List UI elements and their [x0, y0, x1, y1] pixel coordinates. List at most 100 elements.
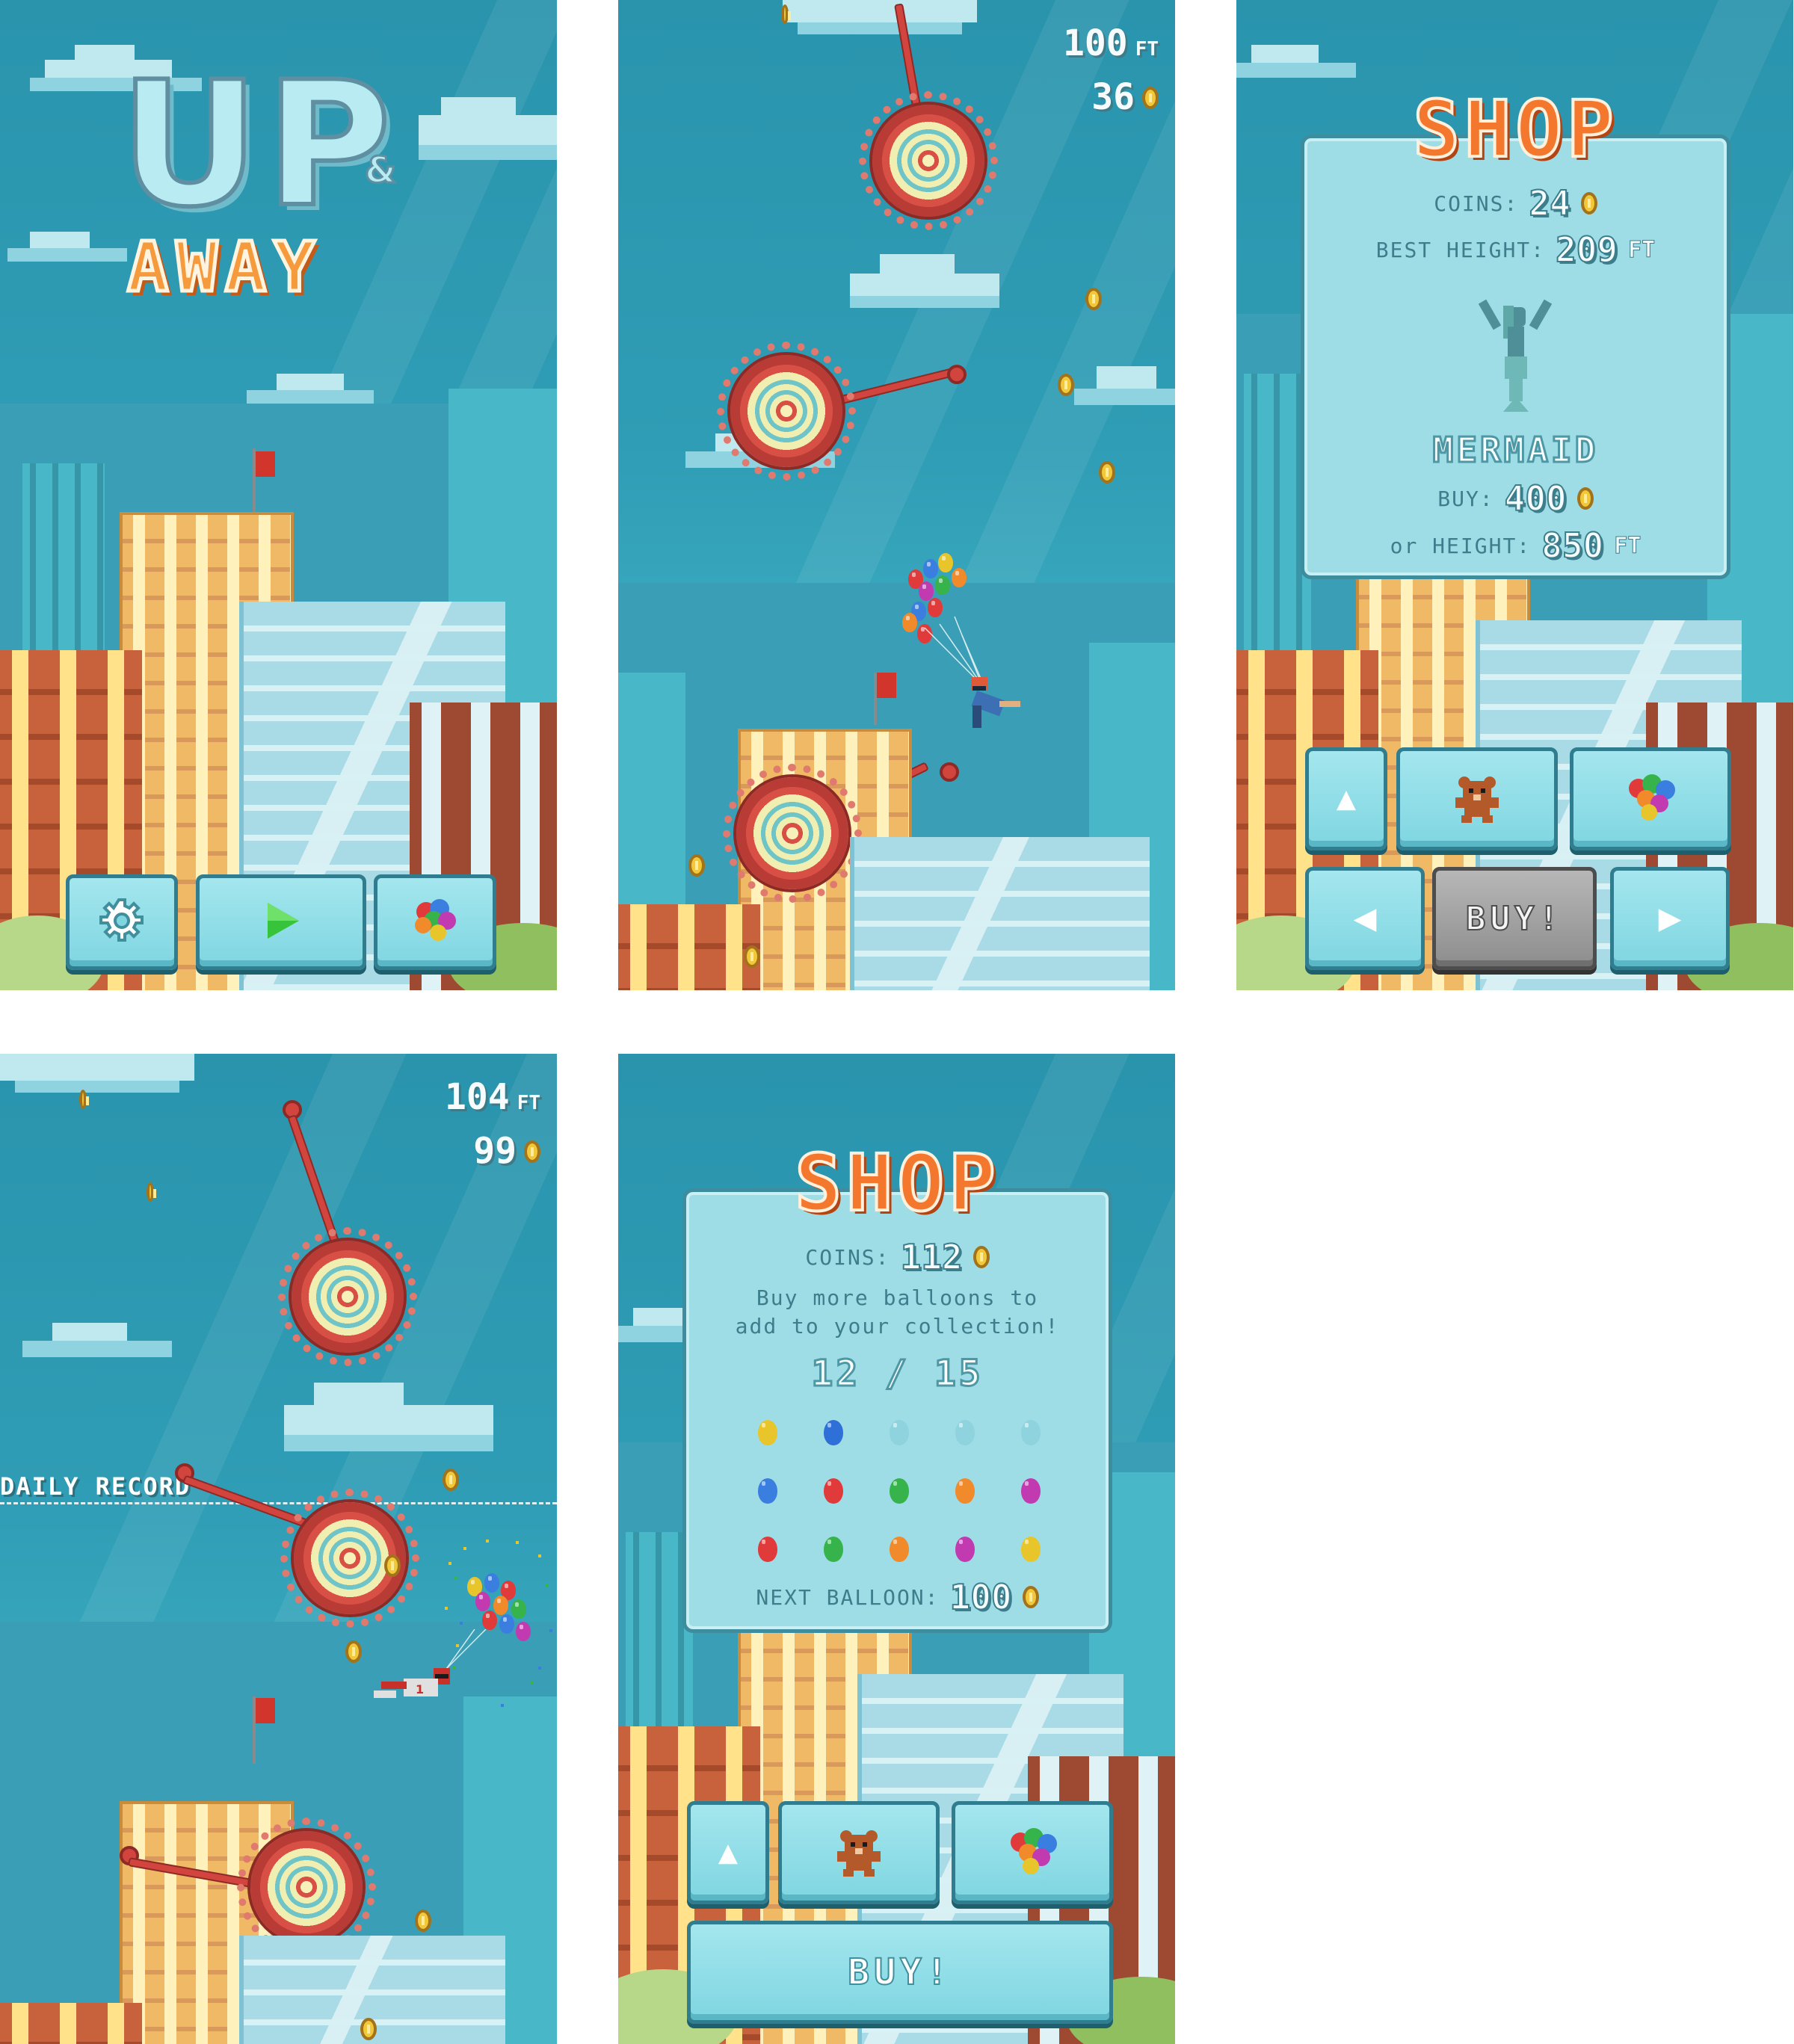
coins-row: COINS: 112 — [686, 1236, 1109, 1278]
spinning-wheel — [723, 764, 862, 903]
collection-balloon — [890, 1537, 909, 1562]
logo-up: UP — [117, 46, 398, 245]
brick-building — [618, 904, 760, 990]
wheel-knob — [940, 762, 959, 782]
or-height-value: 850 — [1541, 525, 1604, 566]
coin-icon — [79, 1090, 89, 1109]
shop-card: COINS: 112 Buy more balloons to add to y… — [682, 1188, 1112, 1633]
daily-record-line — [0, 1502, 557, 1504]
tab-characters[interactable] — [1396, 747, 1558, 850]
coin-icon — [781, 4, 791, 24]
wheel-knob — [947, 365, 967, 384]
play-icon — [259, 898, 303, 946]
buy-button[interactable]: BUY! — [687, 1921, 1113, 2024]
shop-card: COINS: 24 BEST HEIGHT: 209 FT MERMAID BU… — [1301, 135, 1730, 579]
coin-icon — [415, 1909, 431, 1932]
buy-button-label: BUY! — [1465, 899, 1563, 939]
scroll-up-button[interactable]: ▲ — [1305, 747, 1387, 850]
gear-icon — [98, 897, 146, 948]
coins-label: COINS: — [1434, 191, 1519, 216]
coin-icon — [1058, 374, 1074, 396]
next-item-button[interactable]: ▶ — [1610, 867, 1730, 970]
buy-button-label: BUY! — [847, 1951, 952, 1994]
settings-button[interactable] — [66, 874, 178, 970]
coin-counter: 99 — [473, 1130, 540, 1172]
spinning-wheel — [717, 342, 856, 481]
height-value: 100 — [1062, 22, 1128, 64]
player-character — [924, 616, 1020, 728]
chevron-left-icon: ◀ — [1353, 901, 1377, 936]
balloons-icon — [1011, 1828, 1057, 1874]
next-balloon-label: NEXT BALLOON: — [756, 1584, 940, 1610]
gameplay-screen-2: 104 FT 99 DAILY RECORD 1 — [0, 1054, 557, 2044]
coin-icon — [1580, 192, 1597, 214]
collection-balloon — [955, 1420, 975, 1445]
player-character: 1 — [374, 1629, 487, 1698]
daily-record-label: DAILY RECORD — [0, 1472, 191, 1501]
collection-balloon — [758, 1478, 777, 1504]
flag — [256, 1698, 275, 1723]
coin-icon — [384, 1554, 401, 1577]
coin-icon — [1576, 487, 1594, 510]
play-button[interactable] — [196, 874, 366, 970]
collection-balloon — [1021, 1478, 1041, 1504]
balloons-icon — [405, 891, 465, 954]
buy-price-row: BUY: 400 — [1304, 478, 1727, 519]
best-height-row: BEST HEIGHT: 209 FT — [1304, 229, 1727, 271]
coins-value: 99 — [473, 1130, 517, 1172]
tab-balloons[interactable] — [1570, 747, 1731, 850]
next-balloon-row: NEXT BALLOON: 100 — [686, 1576, 1109, 1618]
buy-label: BUY: — [1437, 486, 1494, 511]
collection-balloon — [1021, 1420, 1041, 1445]
gameplay-screen-1: 100 FT 36 — [618, 0, 1175, 990]
balloon-collection-grid — [743, 1412, 1057, 1584]
coin-icon — [147, 1182, 156, 1202]
item-name: MERMAID — [1431, 429, 1599, 472]
collection-balloon — [758, 1420, 777, 1445]
coins-value: 36 — [1091, 76, 1135, 118]
collection-balloon — [955, 1537, 975, 1562]
prev-item-button[interactable]: ◀ — [1305, 867, 1425, 970]
mermaid-character-preview — [1478, 299, 1553, 412]
coins-label: COINS: — [805, 1244, 890, 1270]
or-height-unit: FT — [1614, 532, 1642, 559]
coin-icon — [972, 1246, 990, 1268]
collection-balloon — [824, 1478, 843, 1504]
bear-icon — [837, 1830, 881, 1877]
collection-balloon — [824, 1420, 843, 1445]
coin-icon — [345, 1640, 362, 1663]
coin-counter: 36 — [1091, 76, 1159, 118]
shop-title: SHOP — [793, 1137, 1000, 1229]
title-screen: UP & AWAY — [0, 0, 557, 990]
best-height-unit: FT — [1628, 236, 1656, 263]
collection-balloon — [890, 1420, 909, 1445]
spinning-wheel — [278, 1227, 417, 1366]
shop-balloons-screen: COINS: 112 Buy more balloons to add to y… — [618, 1054, 1175, 2044]
tab-balloons[interactable] — [952, 1801, 1113, 1904]
flag — [256, 451, 275, 477]
brick-building — [0, 2003, 142, 2044]
scroll-up-button[interactable]: ▲ — [687, 1801, 769, 1904]
coin-icon — [1099, 461, 1115, 484]
shop-character-screen: COINS: 24 BEST HEIGHT: 209 FT MERMAID BU… — [1236, 0, 1793, 990]
tab-characters[interactable] — [778, 1801, 940, 1904]
buy-button[interactable]: BUY! — [1432, 867, 1597, 970]
coin-icon — [1022, 1586, 1039, 1608]
collection-balloon — [824, 1537, 843, 1562]
collection-balloon — [955, 1478, 975, 1504]
glass-building — [850, 837, 1150, 990]
coin-icon — [360, 2018, 377, 2040]
chevron-up-icon: ▲ — [1336, 784, 1357, 814]
height-display: 100 FT — [1063, 22, 1159, 64]
spinning-wheel — [859, 91, 998, 230]
or-height-row: or HEIGHT: 850 FT — [1304, 525, 1727, 566]
balloons-button[interactable] — [374, 874, 496, 970]
collection-balloon — [758, 1537, 777, 1562]
collection-count: 12 / 15 — [810, 1352, 984, 1396]
coin-icon — [524, 1140, 540, 1163]
buy-price: 400 — [1504, 478, 1568, 519]
collection-balloon — [890, 1478, 909, 1504]
coins-row: COINS: 24 — [1304, 182, 1727, 224]
coin-icon — [1142, 87, 1159, 109]
collection-balloon — [1021, 1537, 1041, 1562]
